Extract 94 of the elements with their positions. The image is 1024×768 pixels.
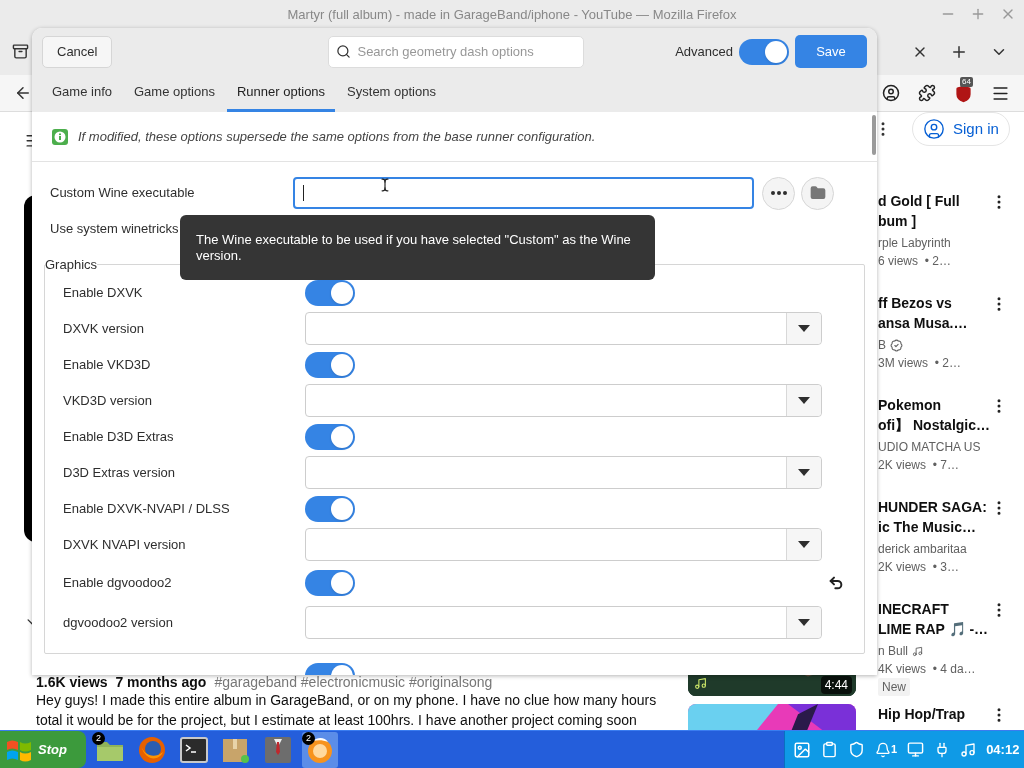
back-icon[interactable] bbox=[14, 84, 32, 102]
channel-name[interactable]: rple Labyrinth bbox=[878, 234, 951, 252]
text-field[interactable] bbox=[293, 177, 754, 209]
caret-icon bbox=[798, 469, 810, 476]
video-title[interactable]: ic The Music… bbox=[878, 517, 990, 537]
terminal-icon bbox=[180, 736, 208, 763]
toggle-switch[interactable] bbox=[305, 569, 355, 596]
video-meta: 2K views • 7… bbox=[878, 457, 960, 474]
search-field[interactable]: Search geometry dash options bbox=[328, 35, 585, 68]
option-label: VKD3D version bbox=[63, 391, 153, 410]
save-button[interactable]: Save bbox=[795, 35, 867, 68]
taskbar-app[interactable]: 2 bbox=[92, 731, 128, 768]
tab[interactable]: System options bbox=[337, 75, 446, 112]
monitor-icon[interactable] bbox=[907, 741, 925, 758]
tab-overview-icon[interactable] bbox=[12, 43, 29, 60]
extension-badge: 64 bbox=[960, 76, 973, 87]
user-icon bbox=[923, 118, 945, 140]
caret-icon bbox=[798, 619, 810, 626]
duration-badge: 4:44 bbox=[820, 676, 852, 694]
option-label: Enable DXVK-NVAPI / DLSS bbox=[63, 499, 231, 518]
video-stats: 1.6K views 7 months ago bbox=[36, 674, 207, 690]
video-title[interactable]: ofi】 Nostalgic… bbox=[878, 415, 990, 435]
image-icon[interactable] bbox=[793, 740, 811, 759]
video-title[interactable]: bum ] bbox=[878, 211, 990, 231]
extensions-icon[interactable] bbox=[918, 84, 936, 102]
notice-text: If modified, these options supersede the same options from the base runner configuration. bbox=[78, 127, 596, 146]
option-label: Enable dgvoodoo2 bbox=[63, 573, 173, 592]
bell-icon[interactable] bbox=[875, 741, 891, 758]
option-label: Custom Wine executable bbox=[50, 184, 196, 203]
description-line: total it would be for the project, but I estimate at least 100hrs. I have another project coming soon bbox=[36, 711, 638, 730]
clock: 04:12 bbox=[986, 740, 1020, 759]
tab[interactable]: Game options bbox=[124, 75, 225, 112]
option-label: Enable VKD3D bbox=[63, 355, 152, 374]
channel-name[interactable]: B bbox=[878, 336, 886, 354]
notification-count: 1 bbox=[891, 742, 898, 758]
tab[interactable]: Runner options bbox=[226, 75, 336, 112]
ellipsis-icon bbox=[770, 191, 787, 195]
search-icon bbox=[336, 43, 352, 59]
toggle-switch[interactable] bbox=[305, 423, 355, 450]
video-title[interactable]: HUNDER SAGA: bbox=[878, 497, 990, 517]
shield-icon[interactable] bbox=[848, 741, 865, 758]
info-icon bbox=[52, 128, 68, 145]
window-title: Martyr (full album) - made in GarageBand/iphone - YouTube — Mozilla Firefox bbox=[287, 7, 737, 22]
video-title[interactable]: Hip Hop/Trap bbox=[878, 704, 990, 724]
more-button[interactable] bbox=[762, 176, 795, 210]
tooltip: The Wine executable to be used if you have selected "Custom" as the Wine version. bbox=[180, 215, 655, 280]
cancel-button[interactable]: Cancel bbox=[42, 35, 113, 68]
video-meta: 4K views • 4 da… bbox=[878, 661, 977, 678]
channel-name[interactable]: derick ambaritaa bbox=[878, 540, 967, 558]
caret-icon bbox=[798, 397, 810, 404]
option-label: dgvoodoo2 version bbox=[63, 613, 174, 632]
start-button[interactable]: Stop bbox=[0, 731, 86, 768]
taskbar-app[interactable]: 2 bbox=[302, 731, 338, 768]
group-title: Graphics bbox=[45, 256, 98, 274]
toggle-switch[interactable] bbox=[305, 495, 355, 522]
caret-icon bbox=[798, 541, 810, 548]
toggle-switch[interactable] bbox=[739, 38, 789, 65]
channel-name[interactable]: UDIO MATCHA US bbox=[878, 438, 981, 456]
video-meta: 2K views • 3… bbox=[878, 559, 960, 576]
volume-icon[interactable] bbox=[960, 741, 977, 758]
folder-icon bbox=[809, 185, 826, 201]
option-label: DXVK NVAPI version bbox=[63, 535, 187, 554]
video-title[interactable]: Pokemon bbox=[878, 395, 990, 415]
video-title[interactable]: ansa Musa.… bbox=[878, 313, 990, 333]
browse-button[interactable] bbox=[801, 176, 834, 210]
account-icon[interactable] bbox=[882, 84, 900, 102]
count-badge: 2 bbox=[92, 731, 105, 745]
reset-icon[interactable] bbox=[828, 574, 844, 591]
video-title[interactable]: ff Bezos vs bbox=[878, 293, 990, 313]
new-badge: New bbox=[878, 678, 910, 696]
count-badge: 2 bbox=[302, 731, 315, 745]
video-title[interactable]: INECRAFT bbox=[878, 599, 990, 619]
video-title[interactable]: d Gold [ Full bbox=[878, 191, 990, 211]
toggle-switch[interactable] bbox=[305, 279, 355, 306]
option-label: Enable D3D Extras bbox=[63, 427, 175, 446]
video-title[interactable]: LIME RAP 🎵 -… bbox=[878, 619, 990, 639]
clipboard-icon[interactable] bbox=[821, 741, 838, 758]
option-label: Use system winetricks bbox=[50, 220, 180, 239]
music-icon bbox=[694, 677, 707, 690]
advanced-label: Advanced bbox=[675, 42, 733, 61]
option-label: D3D Extras version bbox=[63, 463, 176, 482]
suit-icon bbox=[264, 735, 292, 764]
channel-name[interactable]: n Bull bbox=[878, 642, 909, 660]
video-meta: 3M views • 2… bbox=[878, 355, 962, 372]
toggle-switch[interactable] bbox=[305, 351, 355, 378]
description-line: Hey guys! I made this entire album in GarageBand, or on my phone. I have no clue how many hours bbox=[36, 691, 658, 710]
firefox-icon bbox=[138, 735, 166, 764]
option-label: DXVK version bbox=[63, 319, 145, 338]
tab[interactable]: Game info bbox=[42, 75, 122, 112]
video-meta: 6 views • 2… bbox=[878, 253, 952, 270]
scrollbar-thumb[interactable] bbox=[872, 115, 876, 155]
hashtags[interactable]: #garageband #electronicmusic #originalsong bbox=[214, 674, 493, 690]
option-label: Enable DXVK bbox=[63, 283, 144, 302]
caret-icon bbox=[798, 325, 810, 332]
